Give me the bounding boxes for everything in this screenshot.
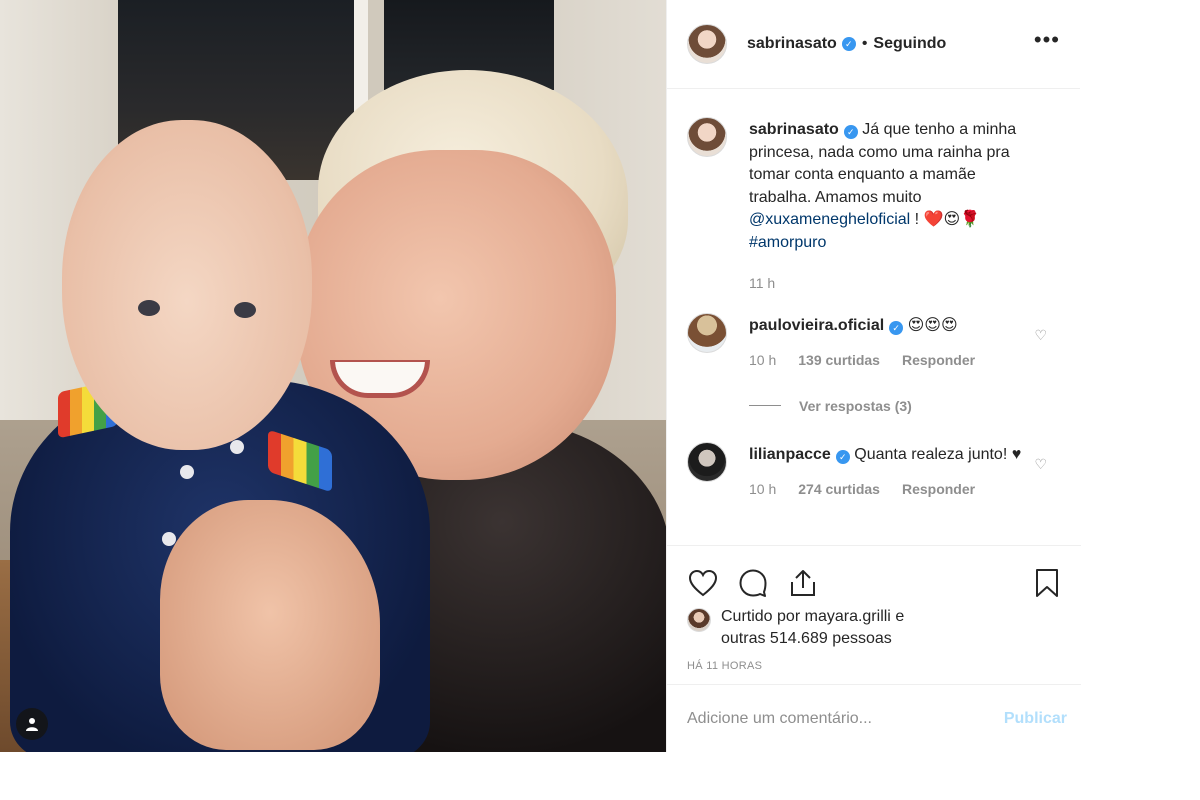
verified-icon: ✓ bbox=[843, 125, 858, 139]
comment-text: 😍😍😍 bbox=[907, 316, 958, 334]
user-icon bbox=[26, 718, 38, 731]
author-avatar[interactable] bbox=[687, 24, 727, 64]
comment-avatar[interactable] bbox=[687, 441, 727, 482]
action-bar bbox=[667, 546, 1081, 606]
comment-meta: 10 h 139 curtidas Responder bbox=[749, 349, 1039, 372]
comment-time[interactable]: 10 h bbox=[749, 478, 776, 501]
liked-by-text: Curtido por mayara.grilli e outras 514.6… bbox=[721, 606, 904, 650]
caption-username[interactable]: sabrinasato bbox=[749, 121, 839, 138]
reply-button[interactable]: Responder bbox=[902, 478, 975, 501]
liked-by-user[interactable]: mayara.grilli bbox=[805, 608, 891, 625]
like-button[interactable] bbox=[685, 565, 721, 601]
caption-emojis: ! ❤️😍🌹 bbox=[910, 211, 981, 228]
caption: sabrinasato ✓ Já que tenho a minha prince… bbox=[687, 117, 1061, 295]
shirt-button bbox=[180, 465, 194, 479]
comment-meta: 10 h 274 curtidas Responder bbox=[749, 478, 1039, 501]
comment-like-heart-icon[interactable]: ♡ bbox=[1034, 327, 1047, 344]
comment-likes[interactable]: 139 curtidas bbox=[798, 349, 880, 372]
comment: lilianpacce ✓ Quanta realeza junto! ♥ 10 … bbox=[687, 441, 1061, 501]
verified-icon: ✓ bbox=[835, 449, 850, 464]
comment-body: paulovieira.oficial ✓ 😍😍😍 10 h 139 curtid… bbox=[749, 315, 1039, 372]
comment-likes[interactable]: 274 curtidas bbox=[798, 478, 880, 501]
tagged-users-button[interactable] bbox=[16, 708, 48, 740]
post-timestamp[interactable]: HÁ 11 HORAS bbox=[667, 660, 1081, 672]
comment-username[interactable]: lilianpacce bbox=[749, 446, 831, 463]
post-actions-area: Curtido por mayara.grilli e outras 514.6… bbox=[667, 545, 1081, 752]
view-replies-label: Ver respostas (3) bbox=[799, 397, 912, 414]
baby-eye bbox=[138, 300, 160, 316]
comment-time[interactable]: 10 h bbox=[749, 349, 776, 372]
heart-icon bbox=[688, 569, 718, 597]
baby-head bbox=[62, 120, 312, 450]
save-button[interactable] bbox=[1029, 565, 1065, 601]
comment-bubble-icon bbox=[739, 569, 767, 597]
add-comment-bar: Publicar bbox=[667, 684, 1081, 753]
liked-by: Curtido por mayara.grilli e outras 514.6… bbox=[667, 606, 1081, 650]
comment: paulovieira.oficial ✓ 😍😍😍 10 h 139 curtid… bbox=[687, 312, 1061, 372]
comment-username[interactable]: paulovieira.oficial bbox=[749, 317, 884, 334]
instagram-post: sabrinasato ✓ • Seguindo ••• sabrinasato… bbox=[0, 0, 1081, 752]
caption-avatar[interactable] bbox=[687, 117, 727, 157]
replies-line bbox=[749, 405, 781, 406]
caption-meta: 11 h bbox=[749, 272, 1039, 295]
separator-dot: • bbox=[861, 35, 868, 52]
author-username[interactable]: sabrinasato bbox=[747, 35, 837, 53]
verified-icon: ✓ bbox=[841, 37, 856, 51]
comment-text: Quanta realeza junto! ♥ bbox=[854, 445, 1022, 463]
reply-button[interactable]: Responder bbox=[902, 349, 975, 372]
post-header: sabrinasato ✓ • Seguindo ••• bbox=[667, 0, 1080, 89]
caption-body: sabrinasato ✓ Já que tenho a minha prince… bbox=[749, 119, 1039, 295]
more-options-icon[interactable]: ••• bbox=[1034, 29, 1060, 53]
likes-count[interactable]: outras 514.689 pessoas bbox=[721, 630, 892, 647]
publish-button[interactable]: Publicar bbox=[1004, 710, 1067, 728]
comment-button[interactable] bbox=[735, 565, 771, 601]
verified-icon: ✓ bbox=[889, 320, 904, 335]
comment-like-heart-icon[interactable]: ♡ bbox=[1034, 456, 1047, 473]
liked-by-suffix: e bbox=[895, 608, 905, 625]
comments-list[interactable]: sabrinasato ✓ Já que tenho a minha prince… bbox=[667, 89, 1081, 545]
post-photo[interactable] bbox=[0, 0, 666, 752]
following-button[interactable]: Seguindo bbox=[873, 35, 946, 53]
woman-hand bbox=[160, 500, 380, 750]
share-button[interactable] bbox=[785, 565, 821, 601]
comment-avatar[interactable] bbox=[687, 312, 727, 353]
comment-input[interactable] bbox=[687, 710, 1004, 728]
share-icon bbox=[791, 570, 815, 596]
hashtag-link[interactable]: #amorpuro bbox=[749, 234, 826, 251]
view-replies-button[interactable]: Ver respostas (3) bbox=[749, 398, 1061, 414]
caption-time[interactable]: 11 h bbox=[749, 272, 775, 295]
baby-eye bbox=[234, 302, 256, 318]
shirt-button bbox=[230, 440, 244, 454]
liker-avatar[interactable] bbox=[687, 608, 711, 632]
comment-body: lilianpacce ✓ Quanta realeza junto! ♥ 10 … bbox=[749, 444, 1039, 501]
mention-link[interactable]: @xuxamenegheloficial bbox=[749, 211, 910, 228]
bookmark-icon bbox=[1036, 569, 1058, 597]
post-side-panel: sabrinasato ✓ • Seguindo ••• sabrinasato… bbox=[666, 0, 1081, 752]
liked-by-prefix: Curtido por bbox=[721, 608, 801, 625]
